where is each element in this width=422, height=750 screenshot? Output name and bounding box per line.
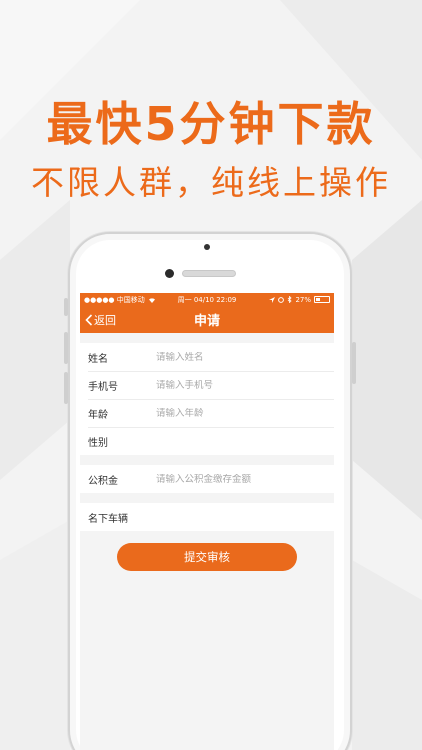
phone-label: 手机号 (88, 381, 118, 393)
phone-earpiece (182, 270, 236, 277)
vehicle-label: 名下车辆 (88, 513, 128, 525)
back-label: 返回 (94, 313, 116, 327)
form-group-vehicle: 名下车辆 (80, 503, 334, 531)
phone-input[interactable] (156, 379, 334, 391)
age-input[interactable] (156, 407, 334, 419)
carrier-label: ●●●●● 中国移动 (84, 295, 145, 304)
form-row-gender[interactable]: 性别 (80, 427, 334, 455)
phone-volume-up (64, 332, 68, 364)
wifi-icon (148, 297, 155, 303)
status-right: 27% (269, 296, 330, 304)
phone-camera (165, 269, 174, 278)
form-group-basic: 姓名 手机号 年龄 性别 (80, 343, 334, 455)
battery-icon (314, 296, 330, 303)
phone-mute-switch (64, 298, 68, 316)
promo-headline: 最快5分钟下款 (46, 97, 376, 151)
status-left: ●●●●● 中国移动 (84, 295, 156, 305)
form-row-vehicle[interactable]: 名下车辆 (80, 503, 334, 531)
chevron-left-icon (85, 313, 93, 326)
housing-fund-input[interactable] (156, 473, 334, 485)
form-row-phone[interactable]: 手机号 (80, 371, 334, 399)
phone-power-button (352, 342, 356, 384)
phone-volume-down (64, 372, 68, 404)
form-group-fund: 公积金 (80, 465, 334, 493)
location-icon (269, 296, 276, 303)
form-row-name[interactable]: 姓名 (80, 343, 334, 371)
housing-fund-label: 公积金 (88, 475, 118, 487)
submit-button[interactable]: 提交审核 (117, 543, 297, 571)
back-button[interactable]: 返回 (80, 312, 116, 328)
bluetooth-icon (288, 296, 293, 303)
form-row-age[interactable]: 年龄 (80, 399, 334, 427)
age-label: 年龄 (88, 409, 108, 421)
name-input[interactable] (156, 351, 334, 363)
gender-label: 性别 (88, 437, 108, 449)
promo-subline: 不限人群，纯线上操作 (31, 163, 391, 202)
name-label: 姓名 (88, 353, 108, 365)
page-title: 申请 (193, 314, 220, 329)
navigation-bar: 返回 申请 (80, 306, 334, 333)
phone-sensor (204, 244, 210, 250)
status-bar: ●●●●● 中国移动 周一 04/10 22:09 27% (80, 293, 334, 306)
form-row-housing-fund[interactable]: 公积金 (80, 465, 334, 493)
battery-percent: 27% (295, 295, 311, 304)
app-screen: ●●●●● 中国移动 周一 04/10 22:09 27% 返回 申请 姓名 手… (80, 293, 334, 750)
alarm-icon (278, 296, 285, 303)
